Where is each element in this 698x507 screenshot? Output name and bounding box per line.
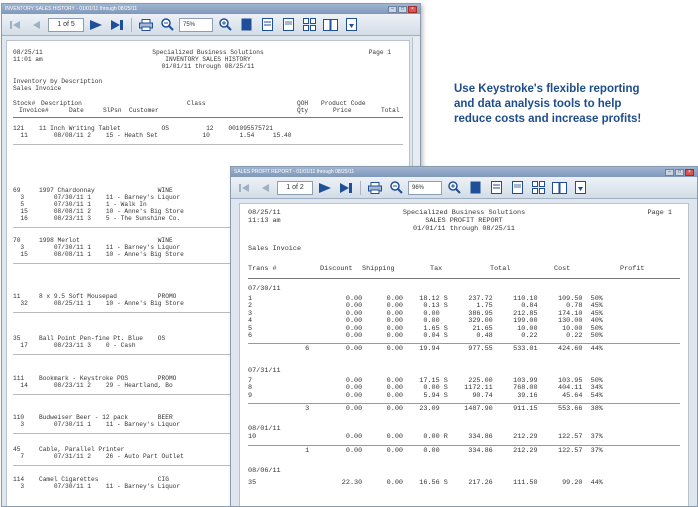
subtotal-row: 3 0.00 0.00 23.09 1487.90 911.15 553.66 … bbox=[248, 405, 603, 413]
export-icon[interactable] bbox=[342, 17, 360, 33]
table-row: 35 22.30 0.00 16.56 S 217.26 111.50 99.2… bbox=[248, 479, 603, 487]
window-titlebar[interactable]: INVENTORY SALES HISTORY - 01/01/11 throu… bbox=[2, 4, 420, 14]
report-subtitle: Sales Invoice bbox=[248, 245, 302, 253]
column-product-code: Product Code bbox=[321, 100, 366, 107]
export-icon[interactable] bbox=[571, 180, 589, 196]
date-group-label: 07/31/11 bbox=[248, 367, 281, 375]
zoom-in-icon[interactable] bbox=[216, 17, 234, 33]
promo-line-1: Use Keystroke's flexible reporting bbox=[454, 83, 640, 95]
last-page-icon[interactable] bbox=[337, 180, 355, 196]
minimize-button[interactable]: – bbox=[388, 5, 397, 13]
zoom-in-icon[interactable] bbox=[445, 180, 463, 196]
toolbar-divider bbox=[360, 180, 361, 195]
close-button[interactable]: × bbox=[685, 168, 694, 176]
first-page-icon[interactable] bbox=[235, 180, 253, 196]
multi-page-icon[interactable] bbox=[529, 180, 547, 196]
promo-line-3: reduce costs and increase profits! bbox=[454, 113, 642, 125]
subtotal-rule bbox=[248, 403, 680, 404]
header-rule bbox=[13, 117, 403, 118]
close-button[interactable]: × bbox=[408, 5, 417, 13]
column-profit: Profit bbox=[620, 265, 645, 273]
item-line: 11 08/08/11 2 15 - Heath Set 10 1.54 15.… bbox=[13, 132, 292, 139]
two-page-icon[interactable] bbox=[550, 180, 568, 196]
first-page-icon[interactable] bbox=[6, 17, 24, 33]
single-page-icon[interactable] bbox=[466, 180, 484, 196]
report-date-range: 01/01/11 through 08/25/11 bbox=[413, 225, 515, 233]
promo-text: Use Keystroke's flexible reporting and d… bbox=[454, 82, 698, 127]
date-group-label: 07/30/11 bbox=[248, 285, 281, 293]
print-icon[interactable] bbox=[366, 180, 384, 196]
report-title: INVENTORY SALES HISTORY bbox=[165, 56, 251, 63]
zoom-level-field[interactable]: 75% bbox=[179, 17, 213, 32]
date-group-label: 08/06/11 bbox=[248, 467, 281, 475]
print-icon[interactable] bbox=[137, 17, 155, 33]
item-line: 121 11 Inch Writing Tablet OS 12 0010955… bbox=[13, 125, 273, 132]
toolbar-divider bbox=[131, 17, 132, 32]
minimize-button[interactable]: – bbox=[665, 168, 674, 176]
window-title: SALES PROFIT REPORT - 01/01/11 through 0… bbox=[234, 169, 355, 175]
page-label: Page 1 bbox=[368, 49, 391, 56]
single-page-icon[interactable] bbox=[237, 17, 255, 33]
page-number-field[interactable]: 1 of 5 bbox=[48, 17, 84, 32]
multi-page-icon[interactable] bbox=[300, 17, 318, 33]
header-rule bbox=[248, 278, 680, 279]
page-width-icon[interactable] bbox=[279, 17, 297, 33]
previous-page-icon[interactable] bbox=[27, 17, 45, 33]
zoom-out-icon[interactable] bbox=[387, 180, 405, 196]
page-number-field[interactable]: 1 of 2 bbox=[277, 180, 313, 195]
profit-report-page: 08/25/11 11:13 am Specialized Business S… bbox=[239, 203, 689, 506]
previous-page-icon[interactable] bbox=[256, 180, 274, 196]
sales-profit-report-window: SALES PROFIT REPORT - 01/01/11 through 0… bbox=[230, 166, 698, 507]
subtotal-rule bbox=[248, 343, 680, 344]
window-title: INVENTORY SALES HISTORY - 01/01/11 throu… bbox=[5, 6, 138, 12]
page-width-icon[interactable] bbox=[508, 180, 526, 196]
divider bbox=[13, 144, 403, 145]
maximize-button[interactable]: □ bbox=[675, 168, 684, 176]
zoom-out-icon[interactable] bbox=[158, 17, 176, 33]
maximize-button[interactable]: □ bbox=[398, 5, 407, 13]
report-subtitle-2: Sales Invoice bbox=[13, 85, 62, 92]
page-layout-icon[interactable] bbox=[487, 180, 505, 196]
subtotal-row: 6 0.00 0.00 19.94 977.55 533.01 424.60 4… bbox=[248, 345, 603, 353]
subtotal-rule bbox=[248, 445, 680, 446]
table-row: 10 0.00 0.00 0.00 R 334.86 212.29 122.57… bbox=[248, 433, 603, 441]
two-page-icon[interactable] bbox=[321, 17, 339, 33]
table-row: 6 0.00 0.00 0.04 S 0.48 0.22 0.22 50% bbox=[248, 332, 603, 340]
company-name: Specialized Business Solutions bbox=[152, 49, 264, 56]
page-layout-icon[interactable] bbox=[258, 17, 276, 33]
column-total: Total bbox=[381, 107, 400, 114]
next-page-icon[interactable] bbox=[316, 180, 334, 196]
report-subtitle-1: Inventory by Description bbox=[13, 78, 103, 85]
zoom-level-field[interactable]: 96% bbox=[408, 180, 442, 195]
report-toolbar: 1 of 5 75% bbox=[2, 14, 420, 36]
promo-line-2: and data analysis tools to help bbox=[454, 98, 622, 110]
subtotal-row: 1 0.00 0.00 0.00 334.86 212.29 122.57 37… bbox=[248, 447, 603, 455]
last-page-icon[interactable] bbox=[108, 17, 126, 33]
report-toolbar: 1 of 2 96% bbox=[231, 177, 697, 199]
page-label: Page 1 bbox=[647, 209, 672, 217]
next-page-icon[interactable] bbox=[87, 17, 105, 33]
table-row: 9 0.00 0.00 5.94 S 90.74 39.16 45.64 54% bbox=[248, 391, 603, 400]
window-titlebar[interactable]: SALES PROFIT REPORT - 01/01/11 through 0… bbox=[231, 167, 697, 177]
report-date-range: 01/01/11 through 08/25/11 bbox=[161, 63, 255, 70]
